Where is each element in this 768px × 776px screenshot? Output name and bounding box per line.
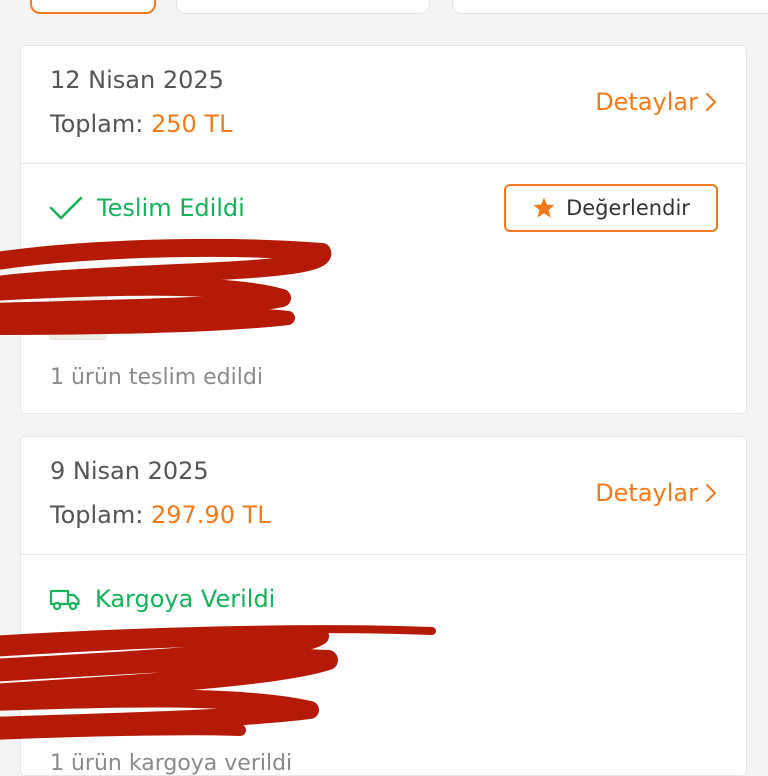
order-date: 9 Nisan 2025	[50, 457, 209, 485]
total-value: 297.90 TL	[150, 501, 271, 529]
star-icon	[533, 197, 555, 218]
order-card-body: Teslim Edildi Değerlendir 1 ürün teslim …	[21, 164, 746, 413]
status-label: Kargoya Verildi	[95, 585, 276, 613]
filter-tab-active[interactable]	[30, 0, 156, 14]
total-label: Toplam:	[50, 501, 144, 529]
order-total: Toplam: 297.90 TL	[50, 501, 271, 529]
details-label: Detaylar	[595, 479, 698, 507]
total-value: 250 TL	[150, 110, 233, 138]
order-card-header: 9 Nisan 2025 Toplam: 297.90 TL Detaylar	[21, 437, 746, 555]
filter-tab[interactable]	[176, 0, 430, 14]
chevron-right-icon	[706, 93, 716, 111]
item-summary: 1 ürün kargoya verildi	[50, 751, 293, 776]
rate-label: Değerlendir	[566, 196, 690, 220]
rate-button[interactable]: Değerlendir	[504, 184, 718, 232]
filter-tab[interactable]	[452, 0, 768, 14]
item-summary: 1 ürün teslim edildi	[50, 365, 263, 390]
details-link[interactable]: Detaylar	[595, 88, 718, 116]
order-date: 12 Nisan 2025	[50, 66, 224, 94]
order-card-header: 12 Nisan 2025 Toplam: 250 TL Detaylar	[21, 46, 746, 164]
status-label: Teslim Edildi	[97, 194, 245, 222]
order-card: 12 Nisan 2025 Toplam: 250 TL Detaylar Te…	[20, 45, 747, 414]
details-link[interactable]: Detaylar	[595, 479, 718, 507]
order-total: Toplam: 250 TL	[50, 110, 232, 138]
order-card-body: Kargoya Verildi 1 ürün kargoya verildi	[21, 555, 746, 776]
product-thumbnail[interactable]	[49, 282, 107, 340]
check-icon	[49, 196, 83, 220]
truck-icon	[49, 589, 80, 611]
order-filter-tabs	[0, 0, 768, 20]
chevron-right-icon	[706, 484, 716, 502]
details-label: Detaylar	[595, 88, 698, 116]
order-card: 9 Nisan 2025 Toplam: 297.90 TL Detaylar …	[20, 436, 747, 776]
total-label: Toplam:	[50, 110, 144, 138]
delivery-status: Teslim Edildi	[49, 194, 245, 222]
shipping-status: Kargoya Verildi	[49, 585, 275, 613]
